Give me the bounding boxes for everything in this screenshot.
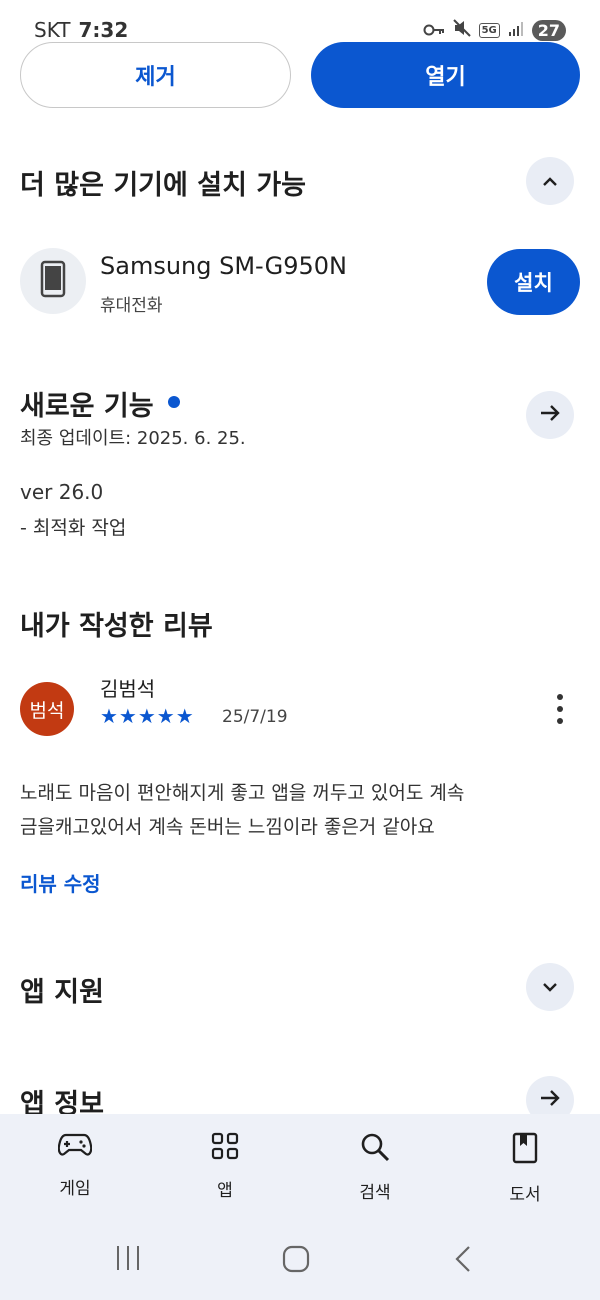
- system-navigation-bar: [0, 1220, 600, 1300]
- new-indicator-dot: [168, 396, 180, 408]
- bottom-navigation: 게임 앱 검색 도서: [0, 1114, 600, 1220]
- clock: 7:32: [78, 18, 129, 42]
- nav-item-games[interactable]: 게임: [0, 1114, 150, 1220]
- more-options-button[interactable]: [548, 692, 572, 726]
- book-icon: [512, 1132, 538, 1168]
- nav-label: 도서: [509, 1185, 541, 1205]
- device-name: Samsung SM-G950N: [100, 252, 347, 280]
- nav-label: 앱: [217, 1181, 233, 1201]
- last-updated: 최종 업데이트: 2025. 6. 25.: [20, 428, 246, 449]
- review-text: 노래도 마음이 편안해지게 좋고 앱을 꺼두고 있어도 계속 금을캐고있어서 계…: [20, 776, 580, 844]
- version-text: ver 26.0: [20, 480, 104, 504]
- nav-item-apps[interactable]: 앱: [150, 1114, 300, 1220]
- install-button[interactable]: 설치: [487, 249, 580, 315]
- avatar: 범석: [20, 682, 74, 736]
- action-buttons: 제거 열기: [20, 42, 580, 108]
- apps-grid-icon: [211, 1132, 239, 1164]
- app-support-title: 앱 지원: [20, 977, 104, 1008]
- nav-label: 검색: [359, 1183, 391, 1203]
- reviewer-name: 김범석: [100, 677, 156, 701]
- back-icon: [453, 1244, 473, 1278]
- nav-label: 게임: [59, 1179, 91, 1199]
- signal-icon: [508, 18, 524, 42]
- chevron-up-icon: [541, 172, 559, 191]
- open-button[interactable]: 열기: [311, 42, 580, 108]
- network-type-badge: 5G: [478, 22, 500, 38]
- phone-icon: [40, 260, 66, 302]
- chevron-down-icon: [541, 978, 559, 997]
- uninstall-button[interactable]: 제거: [20, 42, 291, 108]
- nav-item-search[interactable]: 검색: [300, 1114, 450, 1220]
- battery-indicator: 27: [531, 19, 566, 41]
- release-notes: - 최적화 작업: [20, 517, 127, 539]
- arrow-right-icon: [539, 404, 561, 426]
- device-avatar: [20, 248, 86, 314]
- gamepad-icon: [57, 1132, 93, 1162]
- more-vert-icon: [557, 694, 563, 700]
- review-text-line: 노래도 마음이 편안해지게 좋고 앱을 꺼두고 있어도 계속: [20, 782, 465, 804]
- search-icon: [360, 1132, 390, 1166]
- whats-new-title: 새로운 기능: [20, 391, 154, 422]
- more-devices-title: 더 많은 기기에 설치 가능: [20, 170, 306, 201]
- collapse-button[interactable]: [526, 157, 574, 205]
- whats-new-arrow-button[interactable]: [526, 391, 574, 439]
- recents-icon: [114, 1244, 142, 1276]
- arrow-right-icon: [539, 1089, 561, 1111]
- app-support-expand-button[interactable]: [526, 963, 574, 1011]
- recent-apps-button[interactable]: [114, 1244, 142, 1276]
- device-type: 휴대전화: [100, 296, 163, 316]
- home-icon: [281, 1244, 311, 1278]
- back-button[interactable]: [453, 1244, 473, 1278]
- nav-item-books[interactable]: 도서: [450, 1114, 600, 1220]
- my-review-title: 내가 작성한 리뷰: [20, 611, 213, 642]
- home-button[interactable]: [281, 1244, 311, 1278]
- mute-icon: [452, 18, 471, 42]
- star-rating: ★★★★★: [100, 704, 195, 728]
- review-text-line: 금을캐고있어서 계속 돈버는 느낌이라 좋은거 같아요: [20, 816, 435, 838]
- review-date: 25/7/19: [222, 707, 288, 727]
- vpn-key-icon: [423, 18, 445, 42]
- carrier-label: SKT: [34, 18, 71, 42]
- edit-review-link[interactable]: 리뷰 수정: [20, 868, 101, 897]
